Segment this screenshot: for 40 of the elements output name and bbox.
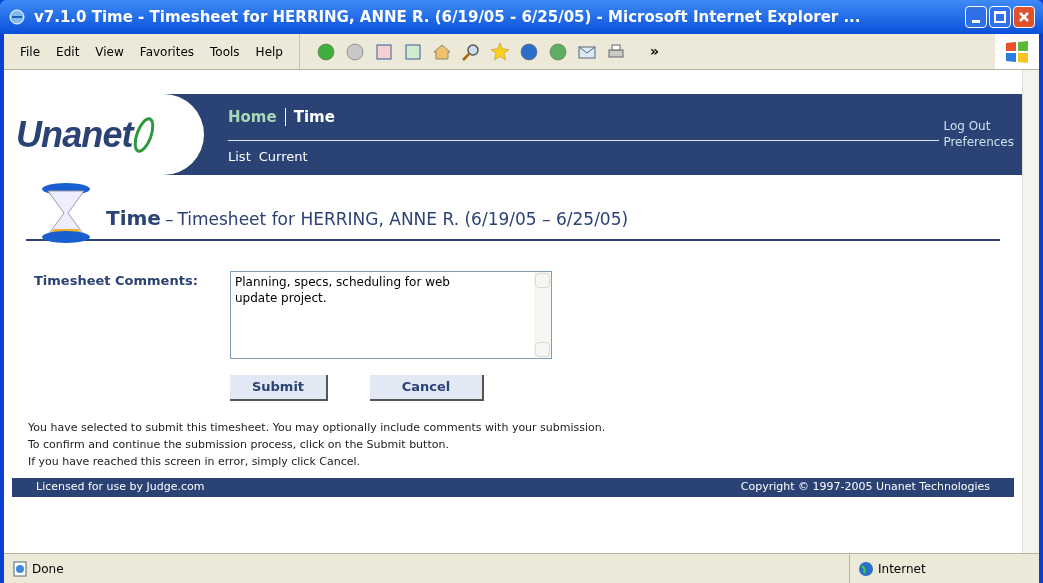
- menu-item[interactable]: Favorites: [139, 42, 195, 61]
- field-label: Timesheet Comments:: [34, 272, 199, 290]
- back-icon[interactable]: [315, 41, 336, 62]
- info-text: To confirm and continue the submission process, click on the Submit button.: [28, 437, 450, 453]
- info-text: If you have reached this screen in error, simply click Cancel.: [28, 454, 362, 470]
- copyright-text: Copyright © 1997-2005 Unanet Technologies: [740, 479, 990, 496]
- zone-text: Internet: [878, 560, 926, 578]
- page-title: Time: [106, 205, 161, 232]
- refresh-icon[interactable]: [402, 41, 423, 62]
- stop-icon[interactable]: [373, 41, 394, 62]
- page-subtitle: Timesheet for HERRING, ANNE R. (6/19/05 – 6/25/05): [177, 208, 629, 231]
- search-icon[interactable]: [460, 41, 481, 62]
- minimize-button[interactable]: [965, 6, 987, 28]
- info-text: You have selected to submit this timesheet. You may optionally include comments with your submission.: [28, 420, 607, 436]
- subnav-link[interactable]: List: [228, 147, 251, 167]
- logo: Unanet: [16, 112, 133, 157]
- close-icon: [1018, 11, 1030, 23]
- title-dash: –: [164, 208, 174, 231]
- maximize-button[interactable]: [989, 6, 1011, 28]
- nav-link[interactable]: Home: [228, 105, 277, 129]
- subnav-link[interactable]: Current: [258, 147, 308, 167]
- window-title: v7.1.0 Time - Timesheet for HERRING, ANNE R. (6/19/05 - 6/25/05) - Microsoft Internet Explorer ...: [34, 6, 862, 28]
- form-button[interactable]: Cancel: [370, 375, 484, 401]
- nav-link[interactable]: Time: [293, 105, 335, 129]
- close-button[interactable]: [1013, 6, 1035, 28]
- star-icon[interactable]: [489, 41, 510, 62]
- menu-item[interactable]: Tools: [210, 42, 240, 61]
- menu-item[interactable]: Edit: [56, 42, 80, 61]
- form-button[interactable]: Submit: [230, 375, 328, 401]
- header-link[interactable]: Preferences: [943, 134, 1014, 150]
- comments-text: Planning, specs, scheduling for web update project.: [234, 274, 451, 307]
- menu-item[interactable]: File: [20, 42, 41, 61]
- windows-flag-icon: [1004, 38, 1030, 65]
- license-text: Licensed for use by Judge.com: [36, 479, 205, 496]
- status-text: Done: [32, 560, 65, 578]
- toolbar-overflow[interactable]: »: [649, 41, 659, 62]
- menu-item[interactable]: Help: [255, 42, 283, 61]
- header-link[interactable]: Log Out: [943, 118, 1014, 134]
- menu-item[interactable]: View: [95, 42, 124, 61]
- forward-icon[interactable]: [344, 41, 365, 62]
